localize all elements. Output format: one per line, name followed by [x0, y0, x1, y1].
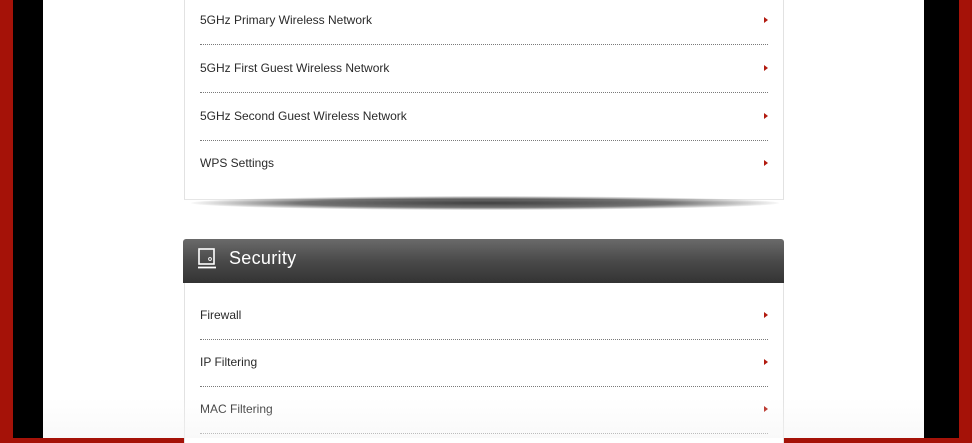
security-section-header[interactable]: Security: [183, 239, 784, 283]
arrow-right-icon: [764, 312, 768, 318]
menu-item-firewall[interactable]: Firewall: [200, 292, 768, 340]
menu-item-label: 5GHz First Guest Wireless Network: [200, 61, 390, 75]
menu-item-label: 5GHz Primary Wireless Network: [200, 13, 373, 27]
menu-item-5ghz-second-guest[interactable]: 5GHz Second Guest Wireless Network: [200, 93, 768, 141]
card-shadow: [191, 196, 779, 210]
arrow-right-icon: [764, 17, 768, 23]
arrow-right-icon: [764, 406, 768, 412]
arrow-right-icon: [764, 160, 768, 166]
arrow-right-icon: [764, 359, 768, 365]
monitor-icon: [198, 248, 216, 270]
menu-item-label: Firewall: [200, 308, 242, 322]
menu-item-label: 5GHz Second Guest Wireless Network: [200, 109, 407, 123]
menu-item-label: IP Filtering: [200, 355, 258, 369]
menu-item-5ghz-first-guest[interactable]: 5GHz First Guest Wireless Network: [200, 45, 768, 93]
arrow-right-icon: [764, 113, 768, 119]
menu-item-label: WPS Settings: [200, 156, 275, 170]
wireless-menu-card: 5GHz Primary Wireless Network 5GHz First…: [184, 0, 784, 200]
security-menu-card: Firewall IP Filtering MAC Filtering: [184, 283, 784, 443]
page-content: 5GHz Primary Wireless Network 5GHz First…: [43, 0, 924, 443]
menu-item-5ghz-primary[interactable]: 5GHz Primary Wireless Network: [200, 0, 768, 45]
arrow-right-icon: [764, 65, 768, 71]
menu-item-ip-filtering[interactable]: IP Filtering: [200, 339, 768, 387]
menu-item-label: MAC Filtering: [200, 402, 273, 416]
section-title: Security: [229, 248, 297, 268]
menu-item-mac-filtering[interactable]: MAC Filtering: [200, 386, 768, 434]
menu-item-wps-settings[interactable]: WPS Settings: [200, 140, 768, 187]
